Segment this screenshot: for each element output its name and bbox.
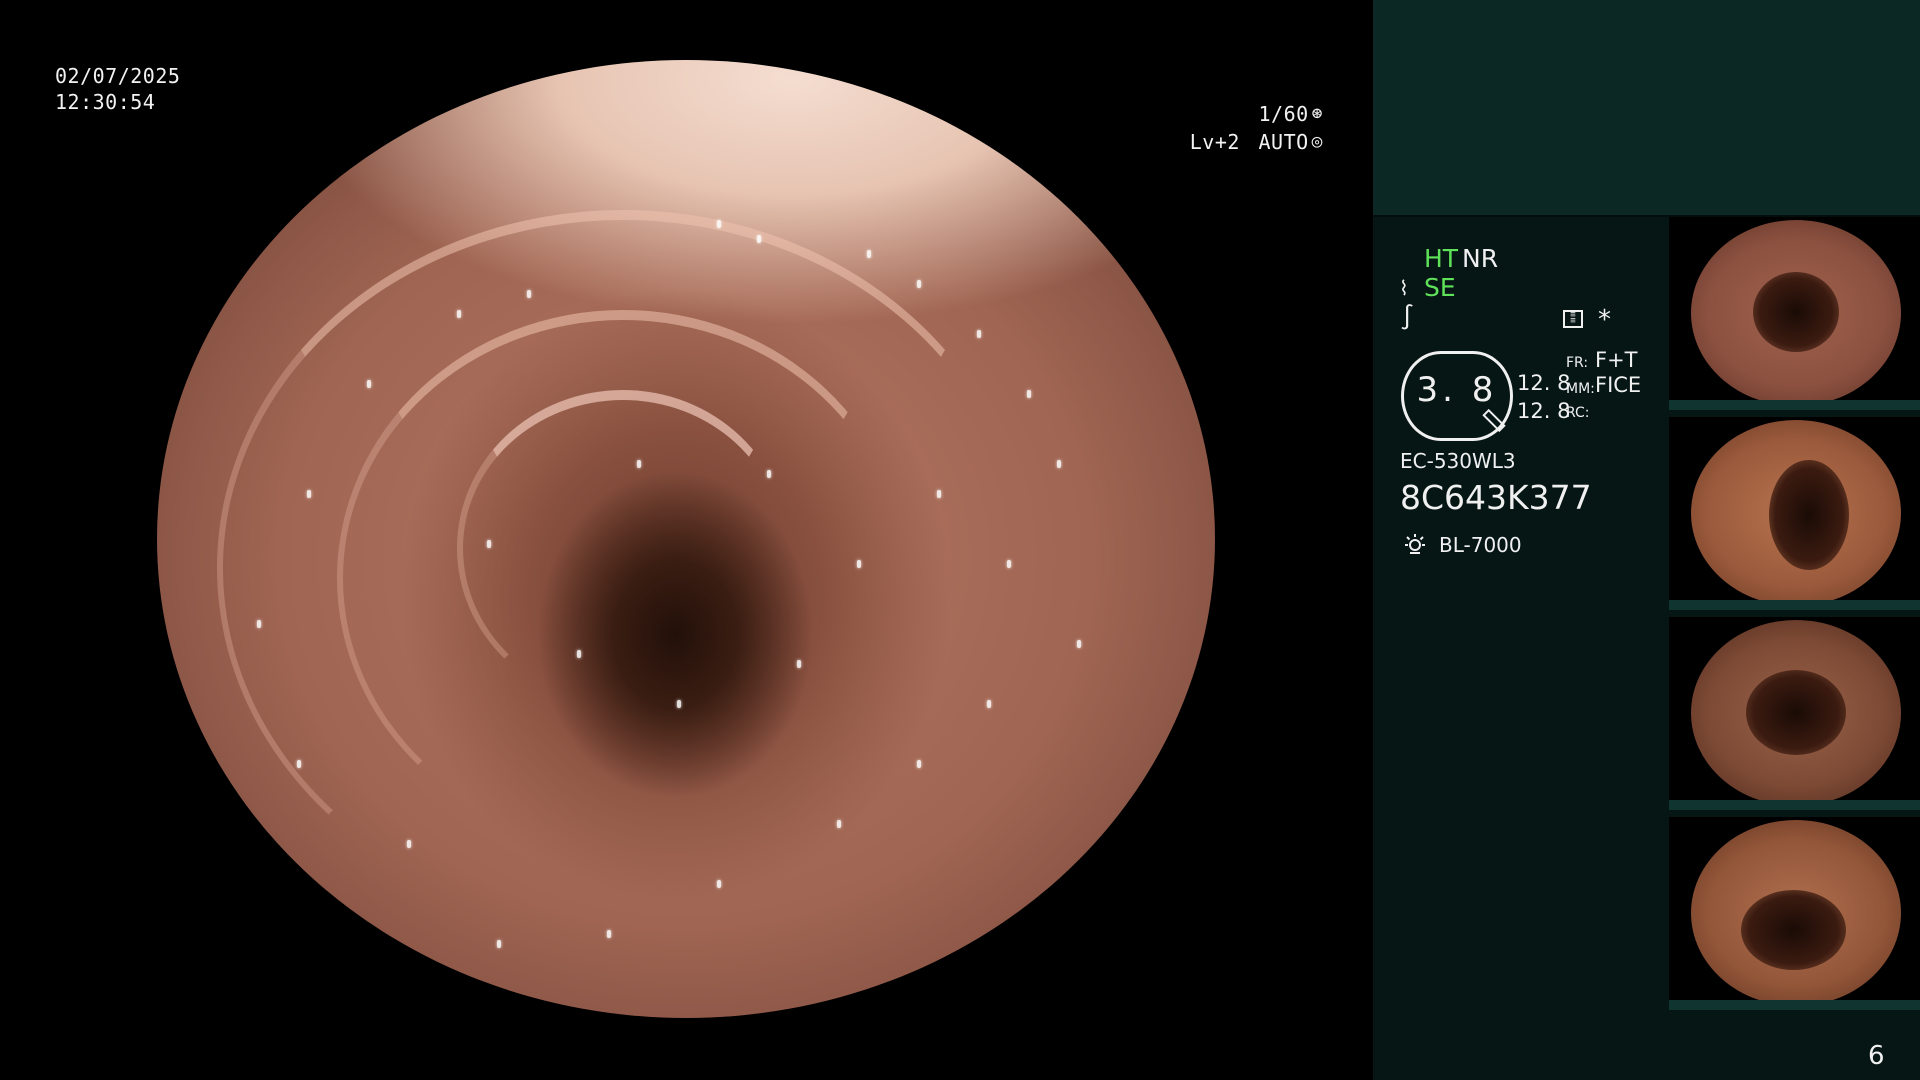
captured-thumbnail[interactable]: [1669, 617, 1920, 810]
pen-icon: [1482, 408, 1506, 433]
scope-serial: 8C643K377: [1400, 478, 1592, 517]
lumen: [1753, 272, 1839, 352]
brightness-level: Lv+2: [1189, 130, 1240, 154]
lumen: [1741, 890, 1846, 970]
light-reflection: [867, 250, 871, 258]
stat-value-2: 12. 8: [1517, 399, 1571, 423]
light-reflection: [797, 660, 801, 668]
light-reflection: [297, 760, 301, 768]
light-reflection: [257, 620, 261, 628]
light-reflection: [837, 820, 841, 828]
freeze-icon: ∫: [1400, 303, 1415, 331]
exposure-mode: AUTO: [1258, 130, 1309, 154]
light-reflection: [577, 650, 581, 658]
light-reflection: [917, 280, 921, 288]
light-reflection: [767, 470, 771, 478]
light-reflection: [487, 540, 491, 548]
thumbnail-bar: [1669, 1000, 1920, 1010]
thumbnail-image: [1691, 420, 1901, 606]
thumbnail-bar: [1669, 800, 1920, 810]
thumbnail-bar: [1669, 600, 1920, 610]
light-reflection: [917, 760, 921, 768]
light-reflection: [607, 930, 611, 938]
light-source-label: BL-7000: [1439, 533, 1522, 557]
mucosal-fold: [457, 390, 789, 706]
rc-label: RC:: [1566, 405, 1590, 421]
light-reflection: [977, 330, 981, 338]
light-reflection: [677, 700, 681, 708]
fr-value: F+T: [1595, 348, 1638, 372]
time-text: 12:30:54: [55, 90, 156, 114]
thumbnail-image: [1691, 820, 1901, 1006]
lumen: [1746, 670, 1846, 755]
zoom-indicator: 3. 8: [1401, 351, 1513, 441]
light-reflection: [457, 310, 461, 318]
light-reflection: [527, 290, 531, 298]
captured-thumbnail[interactable]: [1669, 217, 1920, 410]
thumbnail-image: [1691, 220, 1901, 406]
iris-icon: ◎: [1311, 131, 1323, 152]
light-reflection: [757, 235, 761, 243]
panel-header-area: [1373, 0, 1920, 215]
light-reflection: [717, 880, 721, 888]
se-indicator: SE: [1424, 273, 1456, 302]
endoscope-view: 02/07/2025 12:30:54 1/60 ⊛ Lv+2 AUTO ◎: [0, 0, 1373, 1080]
asterisk-indicator: *: [1598, 305, 1611, 335]
thumbnail-image: [1691, 620, 1901, 806]
captured-thumbnail[interactable]: [1669, 817, 1920, 1010]
shutter-speed: 1/60: [1258, 102, 1309, 126]
document-icon: ≡ ≡: [1563, 310, 1583, 328]
lumen: [1769, 460, 1849, 570]
thumbnail-bar: [1669, 400, 1920, 410]
light-reflection: [637, 460, 641, 468]
scope-model: EC-530WL3: [1400, 449, 1516, 473]
mm-label: MM:: [1566, 381, 1595, 397]
wave-icon: ⌇: [1399, 276, 1409, 300]
light-reflection: [307, 490, 311, 498]
light-reflection: [1057, 460, 1061, 468]
page-number: 6: [1868, 1041, 1885, 1071]
light-reflection: [497, 940, 501, 948]
date-text: 02/07/2025: [55, 64, 181, 88]
fr-label: FR:: [1566, 355, 1589, 371]
mm-value: FICE: [1595, 373, 1642, 397]
status-panel: HT NR ⌇ SE ∫ ≡ ≡ * 3. 8 12. 8 12. 8 FR: F…: [1373, 0, 1920, 1080]
light-reflection: [857, 560, 861, 568]
light-reflection: [987, 700, 991, 708]
nr-indicator: NR: [1462, 244, 1499, 273]
light-reflection: [937, 490, 941, 498]
light-reflection: [1007, 560, 1011, 568]
zoom-value: 3. 8: [1416, 370, 1498, 410]
light-reflection: [1077, 640, 1081, 648]
ht-indicator: HT: [1424, 244, 1459, 273]
light-reflection: [367, 380, 371, 388]
datetime-overlay: 02/07/2025 12:30:54: [55, 63, 180, 115]
stat-value-1: 12. 8: [1517, 371, 1571, 395]
light-reflection: [1027, 390, 1031, 398]
captured-thumbnail[interactable]: [1669, 417, 1920, 610]
exposure-overlay: 1/60 ⊛ Lv+2 AUTO ◎: [1190, 100, 1323, 156]
light-reflection: [717, 220, 721, 228]
aperture-icon: ⊛: [1311, 103, 1323, 124]
endoscopic-image: [157, 60, 1215, 1018]
light-source-icon: [1405, 534, 1425, 554]
light-reflection: [407, 840, 411, 848]
